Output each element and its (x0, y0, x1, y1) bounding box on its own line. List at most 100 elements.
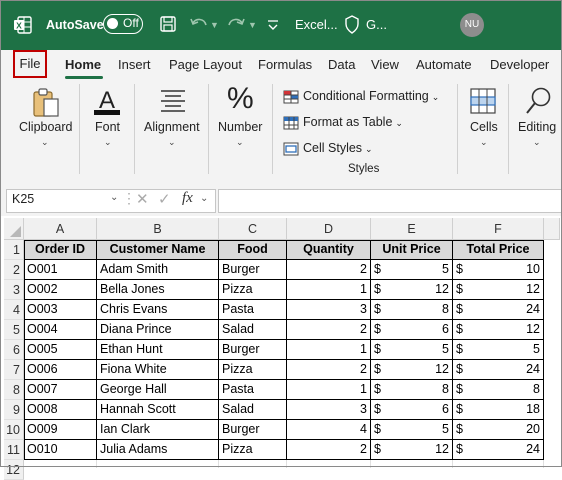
font-chevron-down-icon[interactable]: ⌄ (104, 137, 112, 148)
row-header[interactable]: 5 (4, 320, 24, 340)
table-cell[interactable]: Salad (219, 400, 287, 420)
table-cell[interactable]: $18 (453, 400, 544, 420)
redo-dropdown-icon[interactable]: ▼ (248, 0, 257, 50)
table-cell[interactable]: 1 (287, 280, 371, 300)
table-cell[interactable]: George Hall (97, 380, 219, 400)
table-cell[interactable]: 2 (287, 320, 371, 340)
number-chevron-down-icon[interactable]: ⌄ (236, 137, 244, 148)
fx-icon[interactable]: fx (182, 190, 193, 207)
table-cell[interactable]: 1 (287, 380, 371, 400)
table-cell[interactable]: $8 (453, 380, 544, 400)
font-icon[interactable]: A (91, 86, 123, 116)
table-header-cell[interactable]: Total Price (453, 240, 544, 260)
row-header[interactable]: 9 (4, 400, 24, 420)
tab-page-layout[interactable]: Page Layout (169, 50, 242, 82)
customize-icon[interactable] (266, 18, 280, 32)
row-header[interactable]: 7 (4, 360, 24, 380)
table-cell[interactable]: $5 (371, 260, 453, 280)
table-cell[interactable]: $6 (371, 400, 453, 420)
tab-data[interactable]: Data (328, 50, 355, 82)
table-cell[interactable]: O003 (24, 300, 97, 320)
table-cell[interactable]: Ethan Hunt (97, 340, 219, 360)
cells-label[interactable]: Cells (470, 120, 498, 134)
table-cell[interactable]: $24 (453, 300, 544, 320)
table-cell[interactable]: O004 (24, 320, 97, 340)
tab-view[interactable]: View (371, 50, 399, 82)
tab-automate[interactable]: Automate (416, 50, 472, 82)
table-header-cell[interactable]: Food (219, 240, 287, 260)
formula-input[interactable] (218, 189, 562, 213)
table-cell[interactable]: Burger (219, 340, 287, 360)
more-options-icon[interactable]: ⋮ (122, 190, 136, 207)
table-cell[interactable]: Pizza (219, 280, 287, 300)
fx-chevron-down-icon[interactable]: ⌄ (200, 193, 208, 204)
table-cell[interactable]: $5 (371, 420, 453, 440)
conditional-formatting-button[interactable]: Conditional Formatting ⌄ (283, 85, 439, 107)
table-cell[interactable]: 1 (287, 340, 371, 360)
row-header[interactable]: 2 (4, 260, 24, 280)
avatar[interactable]: NU (460, 13, 484, 37)
table-cell[interactable]: Salad (219, 320, 287, 340)
column-header[interactable]: D (287, 218, 371, 240)
table-cell[interactable]: O001 (24, 260, 97, 280)
clipboard-icon[interactable] (31, 87, 61, 119)
table-cell[interactable]: $24 (453, 360, 544, 380)
table-cell[interactable]: $12 (371, 360, 453, 380)
table-cell[interactable]: $12 (371, 280, 453, 300)
file-name[interactable]: Excel... (295, 0, 338, 50)
row-header[interactable]: 1 (4, 240, 24, 260)
undo-icon[interactable] (189, 15, 209, 33)
table-cell[interactable]: Diana Prince (97, 320, 219, 340)
table-header-cell[interactable]: Unit Price (371, 240, 453, 260)
search-icon[interactable] (525, 86, 553, 116)
tab-file[interactable]: File (13, 50, 47, 78)
table-cell[interactable]: $6 (371, 320, 453, 340)
table-cell[interactable]: 3 (287, 300, 371, 320)
row-header[interactable]: 8 (4, 380, 24, 400)
name-box-dropdown-icon[interactable]: ⌄ (110, 192, 118, 203)
table-cell[interactable]: 2 (287, 440, 371, 460)
table-cell[interactable]: O008 (24, 400, 97, 420)
row-header[interactable]: 12 (4, 460, 24, 480)
table-cell[interactable]: Ian Clark (97, 420, 219, 440)
undo-dropdown-icon[interactable]: ▼ (210, 0, 219, 50)
alignment-icon[interactable] (159, 88, 187, 112)
table-header-cell[interactable]: Customer Name (97, 240, 219, 260)
table-cell[interactable]: Chris Evans (97, 300, 219, 320)
clipboard-chevron-down-icon[interactable]: ⌄ (41, 137, 49, 148)
sensitivity-label[interactable]: G... (366, 0, 387, 50)
table-cell[interactable]: O002 (24, 280, 97, 300)
row-header[interactable]: 3 (4, 280, 24, 300)
table-cell[interactable]: O006 (24, 360, 97, 380)
name-box[interactable]: K25 (12, 192, 34, 206)
select-all-corner[interactable] (4, 218, 24, 240)
table-cell[interactable]: Burger (219, 420, 287, 440)
cancel-icon[interactable]: ✕ (136, 190, 149, 208)
table-cell[interactable]: Fiona White (97, 360, 219, 380)
column-header[interactable]: E (371, 218, 453, 240)
table-cell[interactable]: Adam Smith (97, 260, 219, 280)
table-cell[interactable]: $12 (453, 280, 544, 300)
table-cell[interactable]: $12 (453, 320, 544, 340)
column-header[interactable]: B (97, 218, 219, 240)
table-cell[interactable]: Pizza (219, 440, 287, 460)
table-cell[interactable]: O007 (24, 380, 97, 400)
table-cell[interactable]: 3 (287, 400, 371, 420)
shield-icon[interactable] (344, 15, 360, 34)
alignment-label[interactable]: Alignment (144, 120, 200, 134)
table-cell[interactable]: $8 (371, 380, 453, 400)
alignment-chevron-down-icon[interactable]: ⌄ (168, 137, 176, 148)
table-cell[interactable]: $24 (453, 440, 544, 460)
row-header[interactable]: 6 (4, 340, 24, 360)
row-header[interactable]: 10 (4, 420, 24, 440)
editing-label[interactable]: Editing (518, 120, 556, 134)
redo-icon[interactable] (226, 15, 246, 33)
percent-icon[interactable]: % (227, 82, 254, 116)
enter-icon[interactable]: ✓ (158, 190, 171, 208)
tab-developer[interactable]: Developer (490, 50, 549, 82)
table-cell[interactable]: Pasta (219, 380, 287, 400)
table-cell[interactable]: 2 (287, 260, 371, 280)
table-cell[interactable]: $5 (371, 340, 453, 360)
table-cell[interactable]: O005 (24, 340, 97, 360)
table-cell[interactable]: $5 (453, 340, 544, 360)
